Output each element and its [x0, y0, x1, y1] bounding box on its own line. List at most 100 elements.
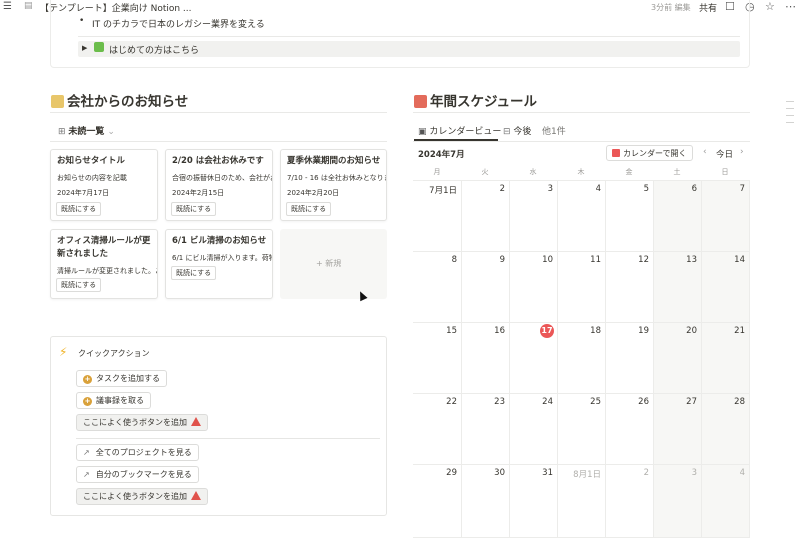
calendar-day[interactable]: 2 — [605, 468, 649, 478]
card-description: 合宿の振替休日のため、会社がお休みです — [172, 174, 272, 182]
announcement-card[interactable]: 夏季休業期間のお知らせ 7/10 - 16 は全社お休みとなります 2024年2… — [280, 149, 387, 221]
calendar-day[interactable]: 4 — [701, 468, 745, 478]
today-button[interactable]: 今日 — [716, 148, 733, 160]
grid-line — [653, 180, 654, 537]
lightning-icon: ⚡ — [59, 345, 68, 359]
calendar-day[interactable]: 9 — [461, 255, 505, 265]
calendar-day[interactable]: 26 — [605, 397, 649, 407]
card-date: 2024年2月20日 — [287, 189, 340, 197]
mark-read-button[interactable]: 既読にする — [286, 202, 332, 216]
card-date: 2024年2月15日 — [172, 189, 225, 197]
calendar-day[interactable]: 2 — [461, 184, 505, 194]
calendar-day[interactable]: 5 — [605, 184, 649, 194]
mark-read-button[interactable]: 既読にする — [171, 266, 217, 280]
today-marker[interactable]: 17 — [540, 324, 554, 338]
calendar-day[interactable]: 8 — [413, 255, 457, 265]
take-minutes-button[interactable]: + 議事録を取る — [76, 392, 151, 409]
toggle-welcome[interactable]: ▶ はじめての方はこちら — [78, 41, 740, 57]
tab-upcoming[interactable]: ⊟ 今後 — [503, 124, 531, 137]
calendar-month: 2024年7月 — [418, 150, 465, 160]
card-title: 夏季休業期間のお知らせ — [287, 156, 381, 166]
star-icon[interactable]: ☆ — [765, 0, 775, 13]
grid-line — [557, 180, 558, 537]
calendar-day[interactable]: 24 — [509, 397, 553, 407]
button-label: 自分のブックマークを見る — [95, 470, 192, 479]
mission-text: IT のチカラで日本のレガシー業界を変える — [92, 20, 265, 30]
calendar-day[interactable]: 21 — [701, 326, 745, 336]
add-frequent-button[interactable]: ここによく使うボタンを追加 — [76, 414, 208, 431]
toggle-triangle-icon[interactable]: ▶ — [82, 44, 87, 52]
weekday-header: 火 — [481, 168, 489, 176]
table-icon: ⊟ — [503, 127, 511, 137]
view-tab-unread[interactable]: ⊞ 未読一覧 ⌄ — [58, 124, 115, 137]
prev-month-icon[interactable]: ‹ — [703, 147, 707, 157]
calendar-app-icon — [612, 149, 620, 157]
calendar-day[interactable]: 6 — [653, 184, 697, 194]
add-frequent-button[interactable]: ここによく使うボタンを追加 — [76, 488, 208, 505]
weekday-header: 木 — [577, 168, 585, 176]
next-month-icon[interactable]: › — [740, 147, 744, 157]
calendar-day[interactable]: 27 — [653, 397, 697, 407]
calendar-day[interactable]: 19 — [605, 326, 649, 336]
tab-calendar-view[interactable]: ▣ カレンダービュー — [418, 124, 501, 137]
calendar-day[interactable]: 29 — [413, 468, 457, 478]
arrow-up-right-icon: ↗ — [83, 448, 90, 457]
calendar-day[interactable]: 31 — [509, 468, 553, 478]
announcement-card[interactable]: 2/20 は会社お休みです 合宿の振替休日のため、会社がお休みです 2024年2… — [165, 149, 273, 221]
calendar-day[interactable]: 18 — [557, 326, 601, 336]
bullet-dot: • — [79, 16, 85, 26]
grid-line — [413, 537, 750, 538]
calendar-day[interactable]: 11 — [557, 255, 601, 265]
arrow-up-right-icon: ↗ — [83, 470, 90, 479]
tab-more[interactable]: 他1件 — [542, 124, 566, 137]
calendar-day[interactable]: 3 — [509, 184, 553, 194]
heading-underline — [50, 112, 387, 113]
card-description: お知らせの内容を記載 — [57, 174, 127, 182]
calendar-day[interactable]: 30 — [461, 468, 505, 478]
menu-icon[interactable]: ☰ — [3, 1, 12, 12]
calendar-day[interactable]: 14 — [701, 255, 745, 265]
view-divider — [413, 141, 750, 142]
calendar-day[interactable]: 12 — [605, 255, 649, 265]
calendar-day[interactable]: 23 — [461, 397, 505, 407]
outline-indicator[interactable] — [786, 101, 796, 129]
view-all-projects-button[interactable]: ↗ 全てのプロジェクトを見る — [76, 444, 199, 461]
weekday-header: 土 — [673, 168, 681, 176]
calendar-grid: 月 火 水 木 金 土 日 7月1日 2 3 4 5 6 7 8 9 10 11… — [413, 163, 750, 538]
announcements-heading-text: 会社からのお知らせ — [67, 94, 189, 110]
grid-line — [413, 322, 750, 323]
new-card-label: + 新規 — [316, 259, 342, 268]
mark-read-button[interactable]: 既読にする — [171, 202, 217, 216]
add-task-button[interactable]: + タスクを追加する — [76, 370, 167, 387]
calendar-day[interactable]: 25 — [557, 397, 601, 407]
button-label: 全てのプロジェクトを見る — [95, 448, 192, 457]
calendar-day[interactable]: 10 — [509, 255, 553, 265]
calendar-day[interactable]: 7月1日 — [413, 184, 457, 196]
calendar-day[interactable]: 20 — [653, 326, 697, 336]
tab-label: 今後 — [513, 127, 532, 137]
calendar-day[interactable]: 28 — [701, 397, 745, 407]
view-bookmarks-button[interactable]: ↗ 自分のブックマークを見る — [76, 466, 199, 483]
calendar-day[interactable]: 16 — [461, 326, 505, 336]
calendar-day[interactable]: 7 — [701, 184, 745, 194]
view-divider — [50, 141, 387, 142]
calendar-day[interactable]: 8月1日 — [557, 468, 601, 480]
more-icon[interactable]: ⋯ — [785, 0, 796, 13]
calendar-day[interactable]: 3 — [653, 468, 697, 478]
new-card-button[interactable]: + 新規 — [280, 229, 387, 299]
calendar-day[interactable]: 22 — [413, 397, 457, 407]
schedule-heading-text: 年間スケジュール — [430, 94, 538, 110]
announcement-card[interactable]: オフィス清掃ルールが更新されました 清掃ルールが変更されました。ご確認 既読にす… — [50, 229, 158, 299]
warning-icon — [191, 417, 201, 426]
announcement-card[interactable]: お知らせタイトル お知らせの内容を記載 2024年7月17日 既読にする — [50, 149, 158, 221]
calendar-day[interactable]: 15 — [413, 326, 457, 336]
card-title: お知らせタイトル — [57, 156, 125, 166]
card-description: 清掃ルールが変更されました。ご確認 — [57, 267, 157, 275]
calendar-day[interactable]: 4 — [557, 184, 601, 194]
announcement-card[interactable]: 6/1 ビル清掃のお知らせ 6/1 にビル清掃が入ります。荷物の移動 既読にする — [165, 229, 273, 299]
button-label: ここによく使うボタンを追加 — [83, 492, 187, 501]
calendar-day[interactable]: 13 — [653, 255, 697, 265]
open-in-calendar-button[interactable]: カレンダーで開く — [606, 145, 693, 161]
mark-read-button[interactable]: 既読にする — [56, 202, 102, 216]
mark-read-button[interactable]: 既読にする — [56, 278, 102, 292]
